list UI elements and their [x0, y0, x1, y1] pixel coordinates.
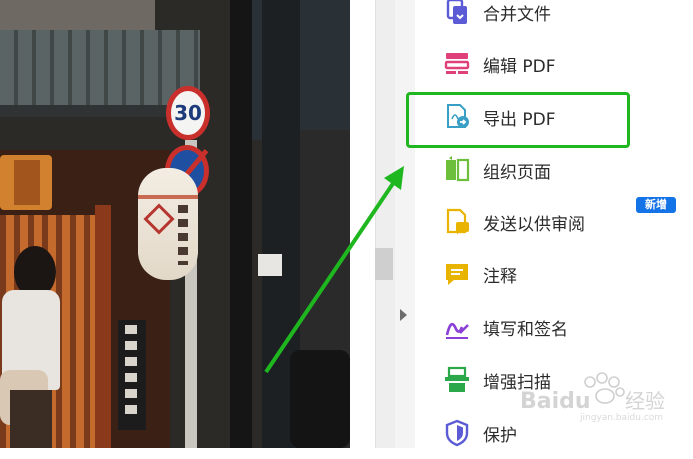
- lantern-script: [14, 160, 40, 205]
- tool-label: 合并文件: [483, 4, 551, 25]
- tool-edit-pdf[interactable]: 编辑 PDF: [415, 38, 693, 90]
- tool-organize-pages[interactable]: 组织页面: [415, 144, 693, 196]
- fill-sign-icon: [443, 313, 471, 341]
- utility-pole: [230, 0, 252, 448]
- highlight-box: [406, 92, 630, 148]
- scrollbar-thumb[interactable]: [375, 248, 393, 280]
- watermark-url: jingyan.baidu.com: [579, 413, 663, 422]
- tools-panel-collapse-handle[interactable]: [395, 0, 415, 448]
- new-badge: 新增: [636, 197, 676, 213]
- tool-combine-files[interactable]: 合并文件: [415, 0, 693, 38]
- street-photo: 30: [0, 0, 350, 448]
- organize-pages-icon: [443, 156, 471, 184]
- chevron-right-icon[interactable]: [400, 309, 407, 321]
- banner-script: [125, 325, 137, 420]
- watermark-suffix: 经验: [625, 389, 665, 413]
- combine-files-icon: [443, 0, 471, 26]
- edit-pdf-icon: [443, 50, 471, 78]
- tool-label: 填写和签名: [483, 319, 568, 340]
- comment-icon: [443, 260, 471, 288]
- tool-label: 编辑 PDF: [483, 56, 556, 77]
- lantern-script-vertical: [178, 205, 188, 265]
- tool-label: 保护: [483, 425, 517, 446]
- tool-label: 组织页面: [483, 162, 551, 183]
- building-wall: [0, 0, 155, 32]
- tool-fill-and-sign[interactable]: 填写和签名: [415, 301, 693, 353]
- parked-bicycle: [290, 350, 350, 448]
- door-frame: [95, 205, 111, 448]
- protect-icon: [443, 419, 471, 447]
- enhance-scans-icon: [443, 366, 471, 394]
- small-plaque: [258, 254, 282, 276]
- tool-label: 发送以供审阅: [483, 214, 585, 235]
- watermark-brand: Baidu: [520, 389, 591, 414]
- tool-comment[interactable]: 注释: [415, 248, 693, 300]
- vertical-scrollbar[interactable]: [375, 0, 396, 448]
- tool-label: 注释: [483, 266, 517, 287]
- person-legs: [10, 390, 52, 448]
- baidu-paw-logo: Baidu 经验 jingyan.baidu.com: [520, 372, 665, 423]
- send-for-review-icon: [443, 208, 471, 236]
- speed-limit-sign: 30: [166, 86, 210, 140]
- baidu-watermark: Baidu 经验 jingyan.baidu.com: [520, 372, 690, 423]
- lantern-stripe: [138, 195, 198, 199]
